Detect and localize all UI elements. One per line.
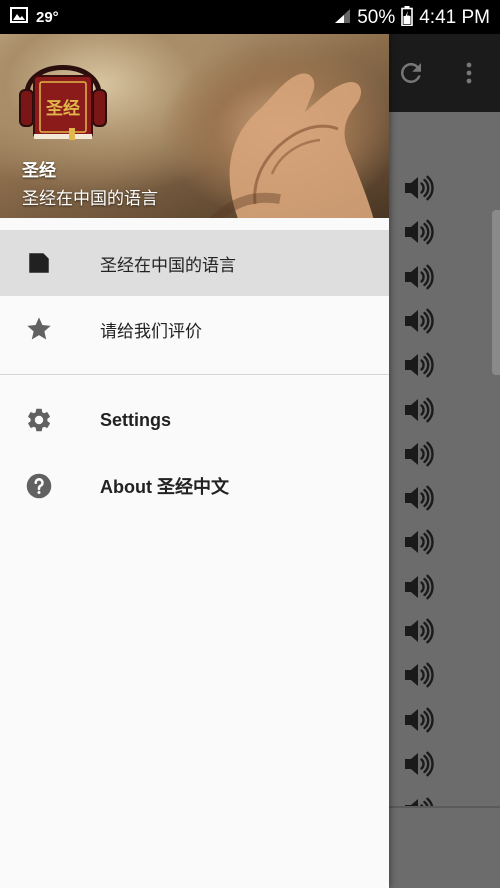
speaker-icon[interactable] <box>403 750 435 778</box>
navigation-drawer: 圣经 圣经 圣经在中国的语言 圣经在中国的语言 请给我们评价 Settings … <box>0 34 389 888</box>
speaker-icon[interactable] <box>403 796 435 806</box>
speaker-icon[interactable] <box>403 706 435 734</box>
scrollbar-thumb[interactable] <box>492 210 500 375</box>
status-right: 50% 4:41 PM <box>333 6 490 30</box>
signal-icon <box>333 8 351 28</box>
document-icon <box>24 248 54 278</box>
refresh-icon[interactable] <box>396 58 426 88</box>
speaker-icon[interactable] <box>403 661 435 689</box>
drawer-header: 圣经 圣经 圣经在中国的语言 <box>0 34 389 218</box>
more-vert-icon[interactable] <box>458 58 480 88</box>
primary-menu: 圣经在中国的语言 请给我们评价 <box>0 230 389 362</box>
drawer-subtitle: 圣经在中国的语言 <box>22 189 158 209</box>
speaker-icon[interactable] <box>403 484 435 512</box>
speaker-icon[interactable] <box>403 263 435 291</box>
battery-percent: 50% <box>357 7 396 28</box>
list-divider <box>389 806 500 808</box>
speaker-icon[interactable] <box>403 218 435 246</box>
speaker-icon[interactable] <box>403 617 435 645</box>
speaker-icon[interactable] <box>403 396 435 424</box>
menu-item-rate-us[interactable]: 请给我们评价 <box>0 296 389 362</box>
bible-app-logo: 圣经 <box>19 65 107 140</box>
clock-time: 4:41 PM <box>419 7 490 28</box>
menu-item-about[interactable]: About 圣经中文 <box>0 453 389 519</box>
status-left: 29° <box>10 7 59 27</box>
secondary-menu: Settings About 圣经中文 <box>0 387 389 519</box>
logo-text: 圣经 <box>46 98 80 119</box>
speaker-icon[interactable] <box>403 174 435 202</box>
star-icon <box>24 314 54 344</box>
menu-item-settings[interactable]: Settings <box>0 387 389 453</box>
status-bar: 29° 50% 4:41 PM <box>0 0 500 34</box>
image-notification-icon <box>10 7 28 27</box>
speaker-icon[interactable] <box>403 573 435 601</box>
speaker-icon[interactable] <box>403 528 435 556</box>
menu-item-label: 圣经在中国的语言 <box>100 255 236 276</box>
gear-icon <box>24 405 54 435</box>
speaker-icon[interactable] <box>403 307 435 335</box>
menu-item-label: 请给我们评价 <box>100 321 202 342</box>
speaker-icon[interactable] <box>403 351 435 379</box>
help-icon <box>24 471 54 501</box>
praying-hands-image <box>209 73 374 218</box>
menu-item-label: Settings <box>100 409 172 430</box>
speaker-icon[interactable] <box>403 440 435 468</box>
screen: 29° 50% 4:41 PM 圣经 圣经 圣经在中国的语言 圣经在中国的语言 … <box>0 0 500 888</box>
menu-divider <box>0 374 389 375</box>
menu-item-label: About 圣经中文 <box>100 477 229 497</box>
battery-icon <box>401 6 414 30</box>
drawer-title: 圣经 <box>22 161 56 181</box>
menu-item-bible-languages[interactable]: 圣经在中国的语言 <box>0 230 389 296</box>
temperature-text: 29° <box>36 8 59 26</box>
